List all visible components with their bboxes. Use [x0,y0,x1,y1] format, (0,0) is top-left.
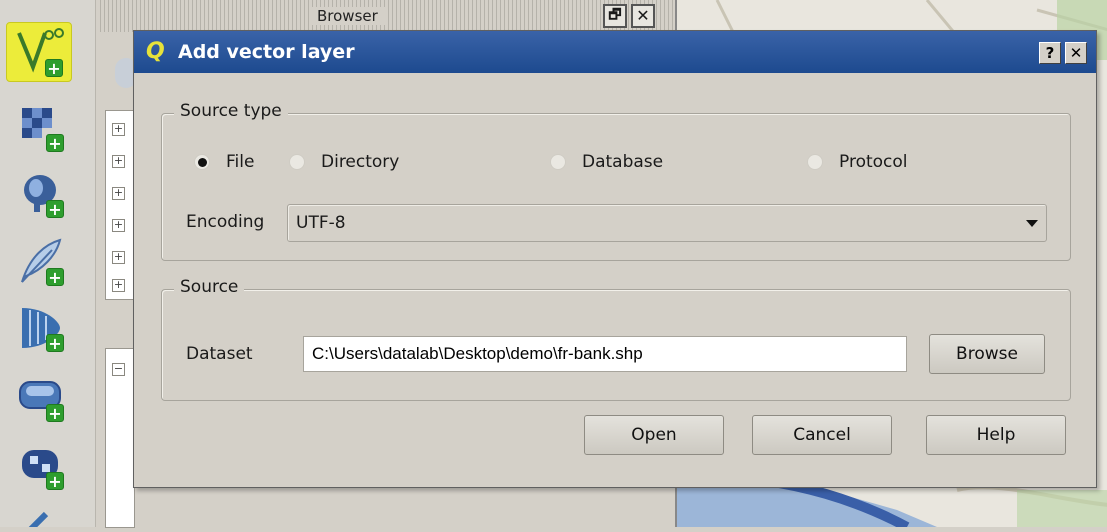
add-vector-layer-button[interactable]: + [6,22,72,82]
dialog-close-button[interactable]: ✕ [1065,42,1087,64]
tree-expand-icon[interactable]: + [112,219,125,232]
add-mssql-layer-button[interactable]: + [8,368,74,428]
tree-expand-icon[interactable]: + [112,155,125,168]
float-panel-button[interactable]: 🗗 [603,4,627,28]
context-help-button[interactable]: ? [1039,42,1061,64]
qgis-logo-icon: Q [146,39,165,64]
cancel-button[interactable]: Cancel [752,415,892,455]
browser-tree[interactable]: + + + + + + [105,110,135,300]
plus-icon: + [46,134,64,152]
source-type-group: Source type File Directory Database Prot… [161,101,1071,261]
layer-toolbar: + + + + + + + [0,0,96,527]
add-wfs-layer-button[interactable] [8,502,74,527]
dialog-title: Add vector layer [178,41,355,63]
radio-directory[interactable]: Directory [289,152,399,172]
encoding-select[interactable]: UTF-8 [287,204,1047,242]
radio-database-label: Database [582,152,664,172]
add-postgis-layer-button[interactable]: + [8,164,74,224]
radio-file-label: File [226,152,255,172]
radio-database[interactable]: Database [550,152,663,172]
open-button[interactable]: Open [584,415,724,455]
radio-file[interactable]: File [194,152,254,172]
plus-icon: + [45,59,63,77]
browse-button[interactable]: Browse [929,334,1045,374]
add-raster-layer-button[interactable]: + [8,98,74,158]
add-vector-layer-dialog: Q Add vector layer ? ✕ Source type File … [133,30,1097,488]
tree-expand-icon[interactable]: + [112,251,125,264]
help-button[interactable]: Help [926,415,1066,455]
browser-panel-title: Browser [309,7,386,25]
add-spatialite-layer-button[interactable]: + [8,232,74,292]
plus-icon: + [46,200,64,218]
radio-protocol[interactable]: Protocol [807,152,908,172]
source-legend: Source [174,277,245,297]
tree-expand-icon[interactable]: + [112,123,125,136]
layers-panel[interactable]: − [105,348,135,528]
source-group: Source Dataset Browse [161,277,1071,401]
plus-icon: + [46,268,64,286]
radio-directory-label: Directory [321,152,400,172]
tree-expand-icon[interactable]: + [112,279,125,292]
source-type-legend: Source type [174,101,288,121]
dataset-label: Dataset [186,344,253,364]
plus-icon: + [46,472,64,490]
add-wcs-layer-button[interactable]: + [8,436,74,496]
tree-collapse-icon[interactable]: − [112,363,125,376]
add-wms-layer-button[interactable]: + [8,298,74,358]
chevron-down-icon[interactable] [1026,220,1038,227]
plus-icon: + [46,334,64,352]
radio-button[interactable] [289,154,305,170]
wfs-icon [28,511,49,527]
dialog-titlebar[interactable]: Q Add vector layer ? ✕ [134,31,1096,73]
encoding-label: Encoding [186,212,265,232]
radio-button-checked[interactable] [194,154,210,170]
encoding-value: UTF-8 [296,213,346,233]
dataset-path-input[interactable] [303,336,907,372]
radio-protocol-label: Protocol [839,152,908,172]
tree-expand-icon[interactable]: + [112,187,125,200]
browser-panel-titlebar[interactable]: Browser 🗗 ✕ [97,0,675,32]
close-panel-button[interactable]: ✕ [631,4,655,28]
plus-icon: + [46,404,64,422]
radio-button[interactable] [550,154,566,170]
radio-button[interactable] [807,154,823,170]
